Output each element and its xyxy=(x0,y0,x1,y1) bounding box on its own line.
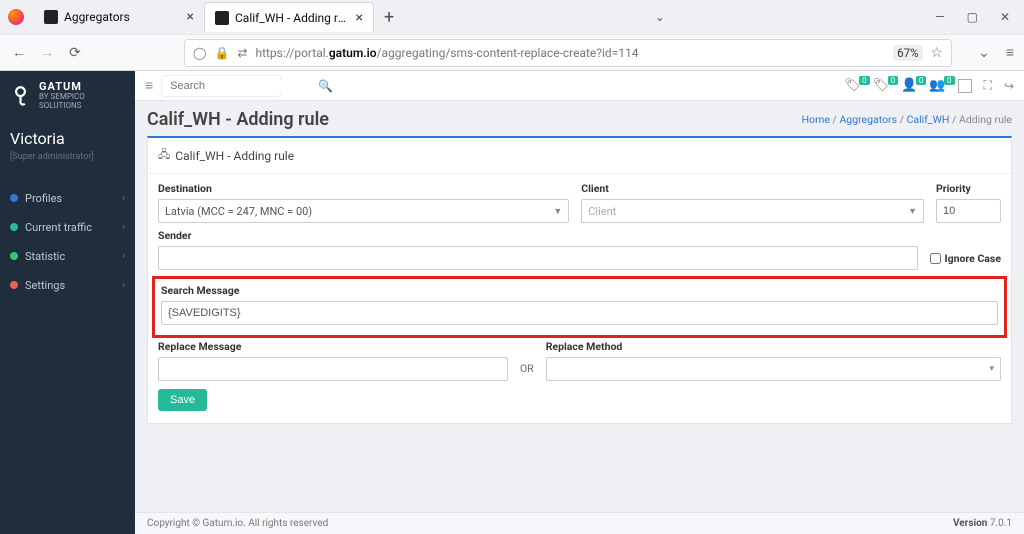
bookmark-icon[interactable]: ☆ xyxy=(931,45,944,61)
label-sender: Sender xyxy=(158,229,1001,242)
top-icon-1[interactable]: 🏷0 xyxy=(844,78,861,93)
lock-icon: 🔒 xyxy=(214,46,229,60)
tab-label: Aggregators xyxy=(64,10,181,24)
crumb-aggregators[interactable]: Aggregators xyxy=(839,113,897,126)
address-bar[interactable]: ◯ 🔒 ⇄ https://portal.gatum.io/aggregatin… xyxy=(184,39,952,67)
tab-label: Calif_WH - Adding rule xyxy=(235,11,350,25)
minimize-button[interactable]: — xyxy=(935,10,944,24)
label-destination: Destination xyxy=(158,182,569,195)
label-client: Client xyxy=(581,182,924,195)
sidebar-item-label: Statistic xyxy=(25,250,65,263)
save-button[interactable]: Save xyxy=(158,389,207,411)
logout-icon[interactable]: ↪ xyxy=(1004,79,1014,93)
new-tab-button[interactable]: + xyxy=(374,7,404,28)
priority-input[interactable] xyxy=(936,199,1001,223)
badge: 0 xyxy=(859,76,870,85)
close-icon[interactable]: × xyxy=(356,10,363,26)
sidebar-item-label: Settings xyxy=(25,279,65,292)
replace-method-select[interactable]: ▾ xyxy=(546,357,1001,381)
url-text: https://portal.gatum.io/aggregating/sms-… xyxy=(255,46,885,60)
ignore-case-label: Ignore Case xyxy=(945,252,1001,265)
forward-button: → xyxy=(38,44,56,61)
crumb-home[interactable]: Home xyxy=(802,113,830,126)
crumb-current: Adding rule xyxy=(959,113,1012,126)
tab-aggregators[interactable]: Aggregators × xyxy=(34,2,204,32)
hamburger-icon[interactable]: ≡ xyxy=(145,77,153,94)
chevron-left-icon: ‹ xyxy=(122,193,125,204)
label-replace-method: Replace Method xyxy=(546,340,1001,353)
dot-icon xyxy=(10,252,18,260)
user-role: [Super administrator] xyxy=(10,152,125,162)
label-priority: Priority xyxy=(936,182,1001,195)
or-label: OR xyxy=(520,362,534,381)
maximize-button[interactable]: ▢ xyxy=(967,10,978,24)
zoom-indicator[interactable]: 67% xyxy=(893,45,922,61)
close-window-button[interactable]: ✕ xyxy=(1000,10,1010,24)
dot-icon xyxy=(10,281,18,289)
sidebar-item-label: Current traffic xyxy=(25,221,92,234)
top-icon-2[interactable]: 🏷0 xyxy=(873,78,890,93)
replace-message-input[interactable] xyxy=(158,357,508,381)
badge: 0 xyxy=(916,76,927,85)
global-search[interactable]: 🔍 xyxy=(161,75,281,97)
badge: 0 xyxy=(888,76,899,85)
user-name: Victoria xyxy=(10,129,125,148)
top-icon-3[interactable]: 👤0 xyxy=(901,78,917,93)
destination-select[interactable]: Latvia (MCC = 247, MNC = 00) ▼ xyxy=(158,199,569,223)
chevron-down-icon: ▼ xyxy=(908,206,917,217)
search-input[interactable] xyxy=(170,80,312,92)
chevron-down-icon: ▾ xyxy=(989,364,994,374)
sidebar: GATUM BY SEMPICO SOLUTIONS Victoria [Sup… xyxy=(0,71,135,534)
footer-version: Version 7.0.1 xyxy=(953,518,1012,529)
search-message-highlight: Search Message xyxy=(152,276,1007,338)
tabs-dropdown-icon[interactable]: ⌄ xyxy=(655,10,665,24)
chevron-left-icon: ‹ xyxy=(122,251,125,262)
grid-icon[interactable] xyxy=(958,79,972,93)
page-title: Calif_WH - Adding rule xyxy=(147,109,329,130)
crumb-calif[interactable]: Calif_WH xyxy=(907,113,950,126)
ignore-case-checkbox[interactable]: Ignore Case xyxy=(930,252,1001,265)
permissions-icon: ⇄ xyxy=(237,46,247,60)
favicon-icon xyxy=(44,10,58,24)
sender-input[interactable] xyxy=(158,246,918,270)
menu-icon[interactable]: ≡ xyxy=(1006,44,1014,61)
ignore-case-input[interactable] xyxy=(930,253,941,264)
pocket-icon[interactable]: ⌄ xyxy=(978,45,990,61)
breadcrumb: Home / Aggregators / Calif_WH / Adding r… xyxy=(802,113,1012,126)
tab-calif-wh[interactable]: Calif_WH - Adding rule × xyxy=(204,2,374,32)
close-icon[interactable]: × xyxy=(187,9,194,25)
chevron-down-icon: ▼ xyxy=(553,206,562,217)
label-search-message: Search Message xyxy=(161,284,998,297)
chevron-left-icon: ‹ xyxy=(122,222,125,233)
brand-sub: BY SEMPICO SOLUTIONS xyxy=(39,93,125,111)
gatum-logo xyxy=(10,85,31,107)
search-message-input[interactable] xyxy=(161,301,998,325)
firefox-logo xyxy=(8,9,24,25)
shield-icon: ◯ xyxy=(193,46,206,60)
expand-icon[interactable]: ⛶ xyxy=(984,78,992,93)
back-button[interactable]: ← xyxy=(10,44,28,61)
sidebar-item-profiles[interactable]: Profiles ‹ xyxy=(0,184,135,213)
label-replace-message: Replace Message xyxy=(158,340,508,353)
sidebar-item-settings[interactable]: Settings ‹ xyxy=(0,271,135,300)
panel-icon: 🖧 xyxy=(158,146,170,165)
sidebar-item-label: Profiles xyxy=(25,192,62,205)
badge: 0 xyxy=(944,76,955,85)
reload-button[interactable]: ⟳ xyxy=(66,45,84,61)
client-select[interactable]: Client ▼ xyxy=(581,199,924,223)
chevron-left-icon: ‹ xyxy=(122,280,125,291)
footer-copyright: Copyright © Gatum.io. All rights reserve… xyxy=(147,518,328,529)
favicon-icon xyxy=(215,11,229,25)
dot-icon xyxy=(10,194,18,202)
sidebar-item-current-traffic[interactable]: Current traffic ‹ xyxy=(0,213,135,242)
top-icon-4[interactable]: 👥0 xyxy=(929,78,945,93)
search-icon[interactable]: 🔍 xyxy=(318,79,333,93)
client-placeholder: Client xyxy=(588,205,616,218)
destination-value: Latvia (MCC = 247, MNC = 00) xyxy=(165,205,312,218)
sidebar-item-statistic[interactable]: Statistic ‹ xyxy=(0,242,135,271)
dot-icon xyxy=(10,223,18,231)
panel-title: Calif_WH - Adding rule xyxy=(175,149,294,163)
